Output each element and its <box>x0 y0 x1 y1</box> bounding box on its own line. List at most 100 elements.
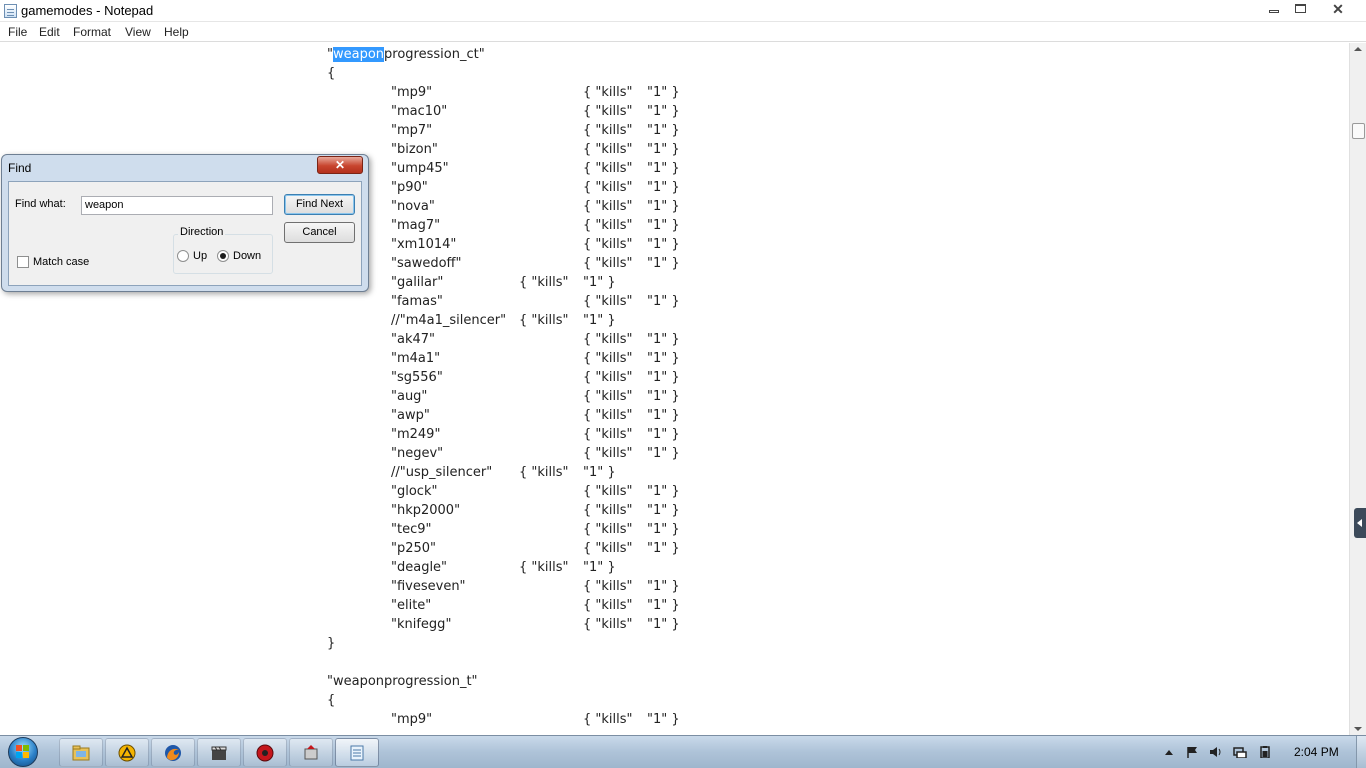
scroll-up-icon[interactable] <box>1354 47 1362 51</box>
weapon-name: "p90" <box>391 180 428 195</box>
taskbar-firefox[interactable] <box>151 738 195 767</box>
weapon-name: "fiveseven" <box>391 579 466 594</box>
network-icon[interactable] <box>1233 746 1247 758</box>
kills-value: "1" } <box>647 85 680 100</box>
kills-value: "1" } <box>647 579 680 594</box>
cancel-button[interactable]: Cancel <box>284 222 355 243</box>
menu-bar: File Edit Format View Help <box>0 22 1366 42</box>
weapon-name: "mac10" <box>391 104 448 119</box>
windows-logo-icon <box>16 745 30 759</box>
kills-key: { "kills" <box>583 598 633 613</box>
show-hidden-icons-icon[interactable] <box>1162 746 1176 758</box>
weapon-name: "glock" <box>391 484 438 499</box>
kills-key: { "kills" <box>583 389 633 404</box>
find-dialog: Find ✕ Find what: weapon Find Next Cance… <box>1 154 369 292</box>
kills-key: { "kills" <box>583 294 633 309</box>
weapon-name: "mp9" <box>391 85 433 100</box>
menu-view[interactable]: View <box>125 25 151 39</box>
side-panel-tab[interactable] <box>1354 508 1366 538</box>
direction-down-radio[interactable] <box>217 250 229 262</box>
close-icon: ✕ <box>1332 1 1344 17</box>
kills-key: { "kills" <box>583 541 633 556</box>
taskbar-game[interactable] <box>289 738 333 767</box>
match-case-checkbox[interactable] <box>17 256 29 268</box>
app-triangle-icon <box>118 744 136 762</box>
kills-key: { "kills" <box>583 180 633 195</box>
direction-up-radio[interactable] <box>177 250 189 262</box>
kills-value: "1" } <box>647 180 680 195</box>
kills-value: "1" } <box>647 294 680 309</box>
menu-file[interactable]: File <box>8 25 27 39</box>
firefox-icon <box>165 745 181 761</box>
kills-value: "1" } <box>647 256 680 271</box>
kills-value: "1" } <box>647 598 680 613</box>
scroll-thumb[interactable] <box>1352 123 1365 139</box>
kills-value: "1" } <box>647 237 680 252</box>
kills-key: { "kills" <box>519 465 569 480</box>
kills-value: "1" } <box>647 370 680 385</box>
find-what-label: Find what: <box>15 198 66 210</box>
taskbar-app-triangle[interactable] <box>105 738 149 767</box>
weapon-name: "knifegg" <box>391 617 452 632</box>
start-button[interactable] <box>4 737 42 767</box>
find-what-input[interactable]: weapon <box>81 196 273 215</box>
close-button[interactable]: ✕ <box>1318 0 1358 18</box>
kills-value: "1" } <box>647 104 680 119</box>
menu-help[interactable]: Help <box>164 25 189 39</box>
kills-key: { "kills" <box>583 579 633 594</box>
kills-key: { "kills" <box>519 275 569 290</box>
find-next-button[interactable]: Find Next <box>284 194 355 215</box>
search-highlight: weapon <box>332 47 385 62</box>
close-brace: } <box>327 636 336 651</box>
taskbar-media[interactable] <box>197 738 241 767</box>
battery-icon[interactable] <box>1258 746 1272 758</box>
section-header-ct: "weaponprogression_ct" <box>327 47 485 62</box>
kills-value: "1" } <box>647 446 680 461</box>
weapon-name: //"usp_silencer" <box>391 465 493 480</box>
taskbar-red-app[interactable] <box>243 738 287 767</box>
minimize-button[interactable] <box>1262 0 1286 18</box>
restore-icon <box>1294 4 1306 13</box>
find-close-button[interactable]: ✕ <box>317 156 363 174</box>
scroll-down-icon[interactable] <box>1354 727 1362 731</box>
kills-value: "1" } <box>583 313 616 328</box>
show-desktop-button[interactable] <box>1356 736 1366 768</box>
restore-button[interactable] <box>1288 0 1312 18</box>
action-center-flag-icon[interactable] <box>1186 746 1200 758</box>
weapon-name: "deagle" <box>391 560 448 575</box>
text-line: { <box>0 64 335 83</box>
weapon-name: "mag7" <box>391 218 441 233</box>
weapon-name: "mp7" <box>391 123 433 138</box>
kills-key: { "kills" <box>583 85 633 100</box>
menu-edit[interactable]: Edit <box>39 25 60 39</box>
kills-key: { "kills" <box>583 142 633 157</box>
system-clock[interactable]: 2:04 PM <box>1294 745 1339 759</box>
weapon-name: "elite" <box>391 598 432 613</box>
text-line: "weaponprogression_t" <box>0 672 478 691</box>
weapon-name: "aug" <box>391 389 428 404</box>
weapon-name: "mp9" <box>391 712 433 727</box>
kills-key: { "kills" <box>583 484 633 499</box>
media-clapper-icon <box>211 746 227 760</box>
kills-value: "1" } <box>647 484 680 499</box>
taskbar-explorer[interactable] <box>59 738 103 767</box>
kills-key: { "kills" <box>583 503 633 518</box>
weapon-name: "nova" <box>391 199 435 214</box>
weapon-name: "hkp2000" <box>391 503 461 518</box>
kills-key: { "kills" <box>583 161 633 176</box>
kills-value: "1" } <box>647 427 680 442</box>
taskbar-notepad[interactable] <box>335 738 379 767</box>
weapon-name: "sawedoff" <box>391 256 462 271</box>
weapon-name: "xm1014" <box>391 237 457 252</box>
minimize-icon <box>1269 10 1279 13</box>
notepad-icon <box>350 745 364 761</box>
red-ball-icon <box>256 744 274 762</box>
volume-icon[interactable] <box>1209 746 1223 758</box>
match-case-label: Match case <box>33 256 90 268</box>
vertical-scrollbar[interactable] <box>1349 43 1366 735</box>
kills-value: "1" } <box>647 351 680 366</box>
text-editor[interactable]: "weaponprogression_ct" { "mp9" { "kills" "… <box>0 43 1349 735</box>
direction-down-label: Down <box>233 250 262 262</box>
kills-key: { "kills" <box>583 237 633 252</box>
menu-format[interactable]: Format <box>73 25 111 39</box>
